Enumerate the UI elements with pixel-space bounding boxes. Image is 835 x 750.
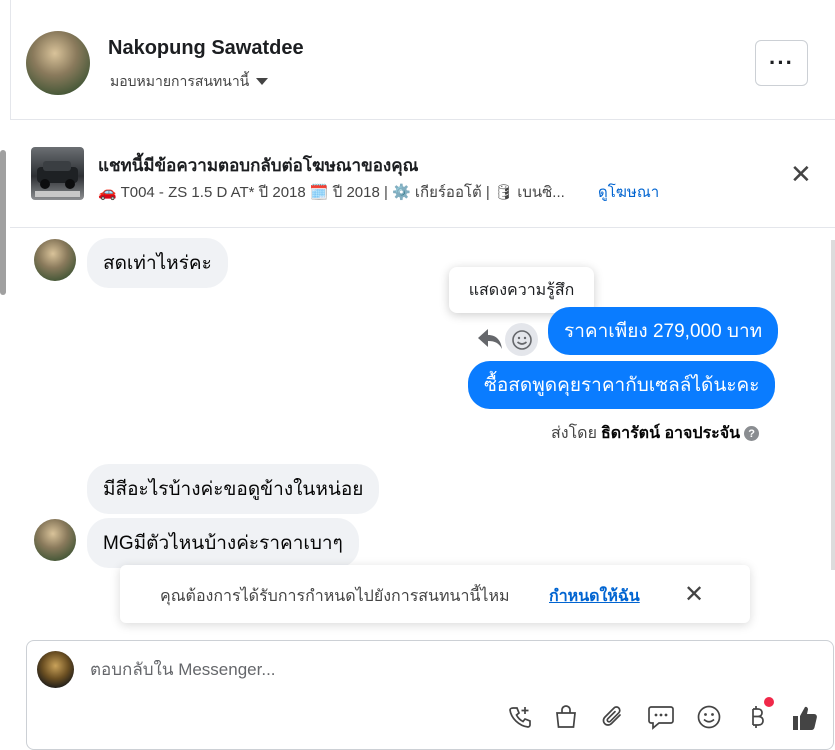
more-options-button[interactable]: ··· bbox=[755, 40, 808, 86]
phone-plus-icon[interactable] bbox=[504, 701, 536, 733]
incoming-message[interactable]: มีสีอะไรบ้างค่ะขอดูข้างในหน่อย bbox=[87, 464, 380, 514]
left-scrollbar[interactable] bbox=[0, 150, 6, 295]
close-icon[interactable]: ✕ bbox=[684, 580, 704, 609]
assign-conversation-dropdown[interactable]: มอบหมายการสนทนานี้ bbox=[110, 71, 269, 93]
assign-prompt-text: คุณต้องการได้รับการกำหนดไปยังการสนทนานี้… bbox=[160, 588, 510, 605]
message-input[interactable] bbox=[90, 660, 590, 680]
reply-composer bbox=[26, 640, 834, 750]
car-image-icon bbox=[35, 161, 80, 197]
ad-banner-title: แชทนี้มีข้อความตอบกลับต่อโฆษณาของคุณ bbox=[98, 156, 419, 175]
info-icon[interactable]: ? bbox=[744, 426, 760, 441]
assign-label: มอบหมายการสนทนานี้ bbox=[110, 73, 250, 89]
ad-banner-subtitle: 🚗 T004 - ZS 1.5 D AT* ปี 2018 🗓️ ปี 2018… bbox=[98, 184, 565, 201]
outgoing-message[interactable]: ซื้อสดพูดคุยราคากับเซลล์ได้นะคะ bbox=[468, 361, 776, 409]
thumbs-up-icon[interactable] bbox=[787, 700, 823, 736]
sent-by-label: ส่งโดย ธิดารัตน์ อาจประจัน ? bbox=[551, 421, 760, 446]
assign-to-me-link[interactable]: กำหนดให้ฉัน bbox=[549, 584, 640, 609]
outgoing-message[interactable]: ราคาเพียง 279,000 บาท bbox=[548, 307, 779, 355]
incoming-message[interactable]: MGมีตัวไหนบ้างค่ะราคาเบาๆ bbox=[87, 518, 359, 568]
caret-down-icon bbox=[256, 78, 269, 85]
contact-name[interactable]: Nakopung Sawatdee bbox=[108, 37, 304, 60]
contact-avatar[interactable] bbox=[26, 31, 90, 95]
contact-avatar-small bbox=[34, 519, 76, 561]
notification-dot bbox=[764, 697, 774, 707]
view-ad-link[interactable]: ดูโฆษณา bbox=[598, 180, 659, 204]
smiley-react-icon[interactable] bbox=[505, 323, 538, 356]
page-avatar bbox=[37, 651, 74, 688]
close-icon[interactable]: ✕ bbox=[790, 160, 812, 188]
ad-thumbnail[interactable] bbox=[31, 147, 84, 200]
sent-by-prefix: ส่งโดย bbox=[551, 425, 597, 442]
sent-by-agent[interactable]: ธิดารัตน์ อาจประจัน bbox=[601, 421, 740, 446]
incoming-message[interactable]: สดเท่าไหร่คะ bbox=[87, 238, 228, 288]
reply-icon[interactable] bbox=[476, 326, 504, 357]
smiley-icon[interactable] bbox=[693, 701, 725, 733]
right-scrollbar[interactable] bbox=[831, 240, 835, 570]
shopping-bag-icon[interactable] bbox=[550, 701, 582, 733]
paperclip-icon[interactable] bbox=[597, 701, 629, 733]
conversation-header bbox=[10, 0, 835, 120]
chat-bubble-icon[interactable] bbox=[645, 701, 677, 733]
contact-avatar-small bbox=[34, 239, 76, 281]
